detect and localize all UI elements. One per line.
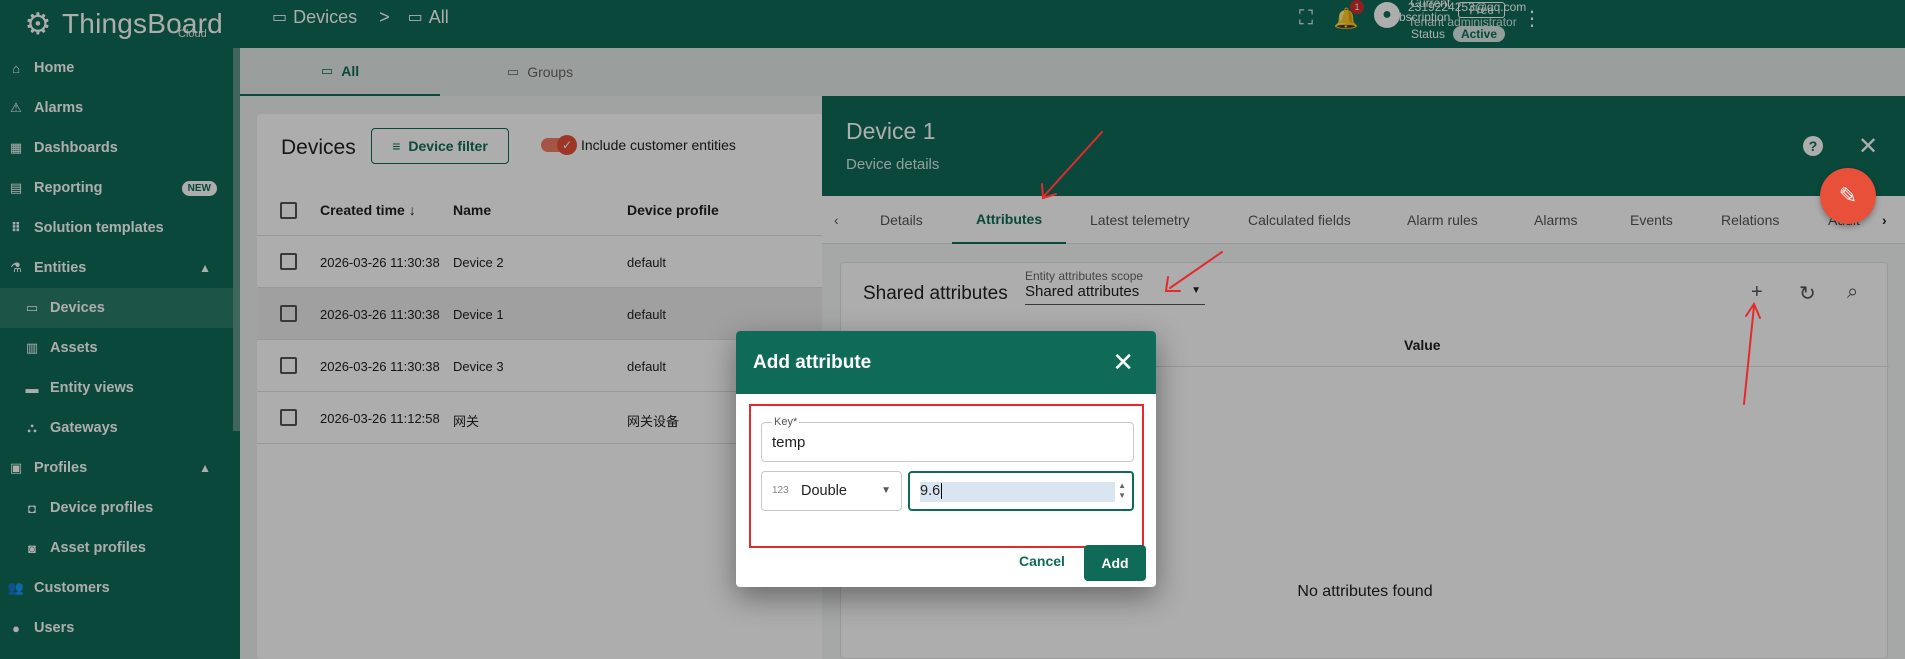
value-type-select[interactable]: 123 Double ▼ (761, 471, 902, 511)
close-icon[interactable]: ✕ (1112, 347, 1134, 378)
add-button[interactable]: Add (1084, 545, 1146, 581)
stepper-icon[interactable]: ▲ ▼ (1118, 481, 1126, 501)
dialog-title: Add attribute (753, 352, 872, 373)
key-field[interactable]: Key* temp (761, 416, 1134, 462)
key-value: temp (772, 434, 806, 451)
numeric-type-icon: 123 (772, 485, 789, 496)
value-type: Double (801, 483, 847, 499)
edit-fab[interactable]: ✎ (1820, 168, 1876, 224)
dialog-header: Add attribute ✕ (736, 331, 1156, 394)
value-highlight (920, 482, 1115, 502)
value-text: 9.6 (920, 483, 943, 499)
dropdown-arrow-icon: ▼ (881, 485, 891, 496)
cancel-button[interactable]: Cancel (1014, 545, 1070, 577)
pencil-icon: ✎ (1838, 183, 1858, 208)
add-attribute-dialog: Add attribute ✕ Key* temp 123 Double ▼ 9… (736, 331, 1156, 587)
key-label: Key* (772, 416, 800, 428)
value-input[interactable]: 9.6 ▲ ▼ (908, 471, 1134, 511)
